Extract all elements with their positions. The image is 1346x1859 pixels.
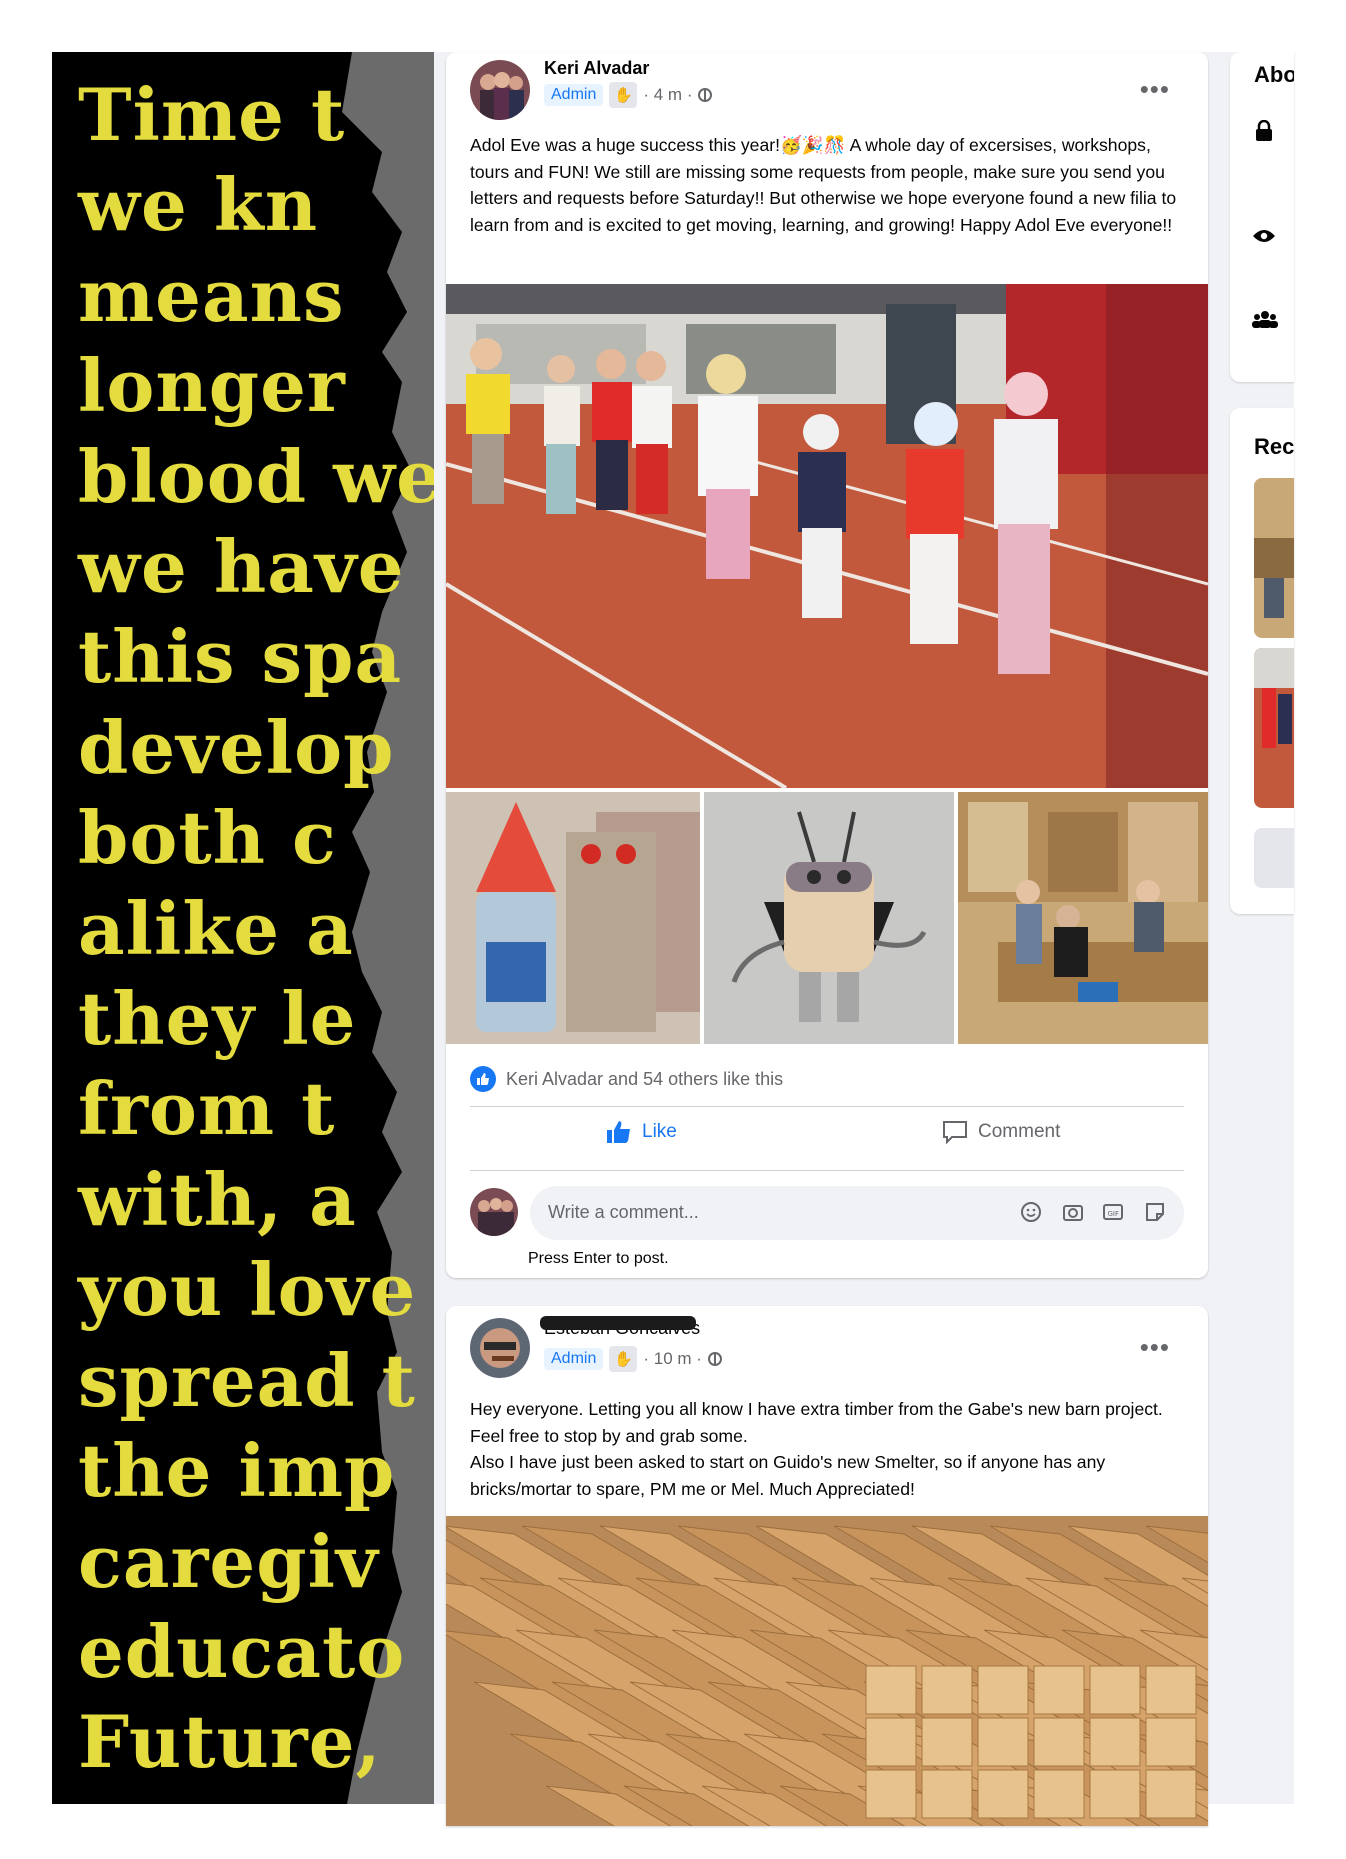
post-meta: Admin ✋ · 4 m · [544, 82, 713, 108]
poster-line: the imp [78, 1428, 396, 1514]
see-all-button[interactable] [1254, 828, 1294, 888]
about-card: Abo [1230, 52, 1294, 382]
post-time[interactable]: · 10 m · [643, 1349, 702, 1369]
like-icon [607, 1121, 630, 1143]
gif-icon[interactable]: GIF [1102, 1201, 1124, 1223]
lock-icon [1256, 120, 1272, 141]
post-author[interactable]: Keri Alvadar [544, 58, 649, 79]
post-photo-workshop[interactable] [958, 792, 1208, 1044]
poster-text: Time t we kn means longer blood we we have thi… [78, 70, 434, 1788]
group-icon: ✋ [609, 82, 638, 108]
post-author[interactable]: Esteban Goncalves [540, 1316, 700, 1339]
poster-line: with, a [78, 1156, 357, 1242]
post-meta: Admin ✋ · 10 m · [544, 1346, 722, 1372]
poster-line: they le [78, 976, 357, 1062]
poster-line: both c [78, 795, 337, 881]
poster-line: blood we [78, 433, 434, 519]
post-card: Esteban Goncalves Admin ✋ · 10 m · ••• H… [446, 1306, 1208, 1826]
like-button[interactable]: Like [606, 1120, 677, 1144]
globe-icon [707, 1352, 722, 1366]
post-photo-robot[interactable] [704, 792, 954, 1044]
redaction-mark [540, 1316, 696, 1330]
poster-line: caregiv [78, 1518, 379, 1604]
poster-panel: Time t we kn means longer blood we we have thi… [52, 52, 434, 1804]
press-enter-hint: Press Enter to post. [528, 1250, 669, 1267]
post-photo-kids[interactable] [446, 284, 1208, 788]
poster-line: this spa [78, 614, 403, 700]
divider [470, 1170, 1184, 1171]
comment-icon [943, 1121, 967, 1144]
poster-line: from t [78, 1066, 336, 1152]
poster-line: you love [78, 1247, 417, 1333]
poster-line: educato [78, 1608, 406, 1694]
recent-thumb-workshop[interactable] [1254, 478, 1294, 638]
poster-line: alike a [78, 885, 354, 971]
post-photo-timber[interactable] [446, 1516, 1208, 1826]
poster-line: means [78, 252, 345, 338]
avatar[interactable] [470, 60, 530, 120]
poster-line: we kn [78, 162, 319, 248]
comment-placeholder: Write a comment... [548, 1202, 699, 1222]
poster-line: develop [78, 704, 395, 790]
right-sidebar: Abo Rec [1230, 52, 1294, 1804]
more-icon[interactable]: ••• [1140, 74, 1170, 105]
avatar[interactable] [470, 1318, 530, 1378]
globe-icon [698, 88, 713, 102]
admin-badge: Admin [544, 1348, 604, 1370]
post-text: Adol Eve was a huge success this year!🥳🎉… [470, 135, 1177, 235]
admin-badge: Admin [544, 84, 604, 106]
post-time-value: 10 m [653, 1349, 692, 1368]
people-icon [1252, 311, 1278, 328]
post-photo-robots[interactable] [446, 792, 700, 1044]
post-time-value: 4 m [653, 85, 683, 104]
group-icon: ✋ [609, 1346, 638, 1372]
comment-button[interactable]: Comment [942, 1120, 1060, 1144]
post-text: Hey everyone. Letting you all know I hav… [470, 1399, 1163, 1499]
likes-text: Keri Alvadar and 54 others like this [506, 1068, 784, 1089]
recent-media-card: Rec [1230, 408, 1294, 914]
poster-line: we have [78, 524, 405, 610]
poster-line: longer [78, 343, 346, 429]
about-heading: Abo [1254, 62, 1294, 87]
svg-text:GIF: GIF [1108, 1210, 1120, 1218]
divider [470, 1106, 1184, 1107]
comment-input[interactable]: Write a comment... GIF [530, 1186, 1184, 1240]
avatar [470, 1188, 518, 1236]
poster-line: Time t [78, 72, 346, 157]
emoji-icon[interactable] [1020, 1201, 1042, 1223]
poster-line: Future, [78, 1699, 382, 1785]
recent-thumb-kids[interactable] [1254, 648, 1294, 808]
eye-icon [1253, 230, 1275, 242]
comment-label: Comment [978, 1121, 1061, 1142]
recent-heading: Rec [1254, 434, 1294, 459]
poster-line: spread t [78, 1337, 416, 1423]
sticker-icon[interactable] [1144, 1201, 1166, 1223]
post-card: Keri Alvadar Admin ✋ · 4 m · ••• Adol Ev… [446, 52, 1208, 1278]
like-label: Like [642, 1121, 677, 1142]
post-time[interactable]: · 4 m · [643, 85, 692, 105]
more-icon[interactable]: ••• [1140, 1332, 1170, 1363]
camera-icon[interactable] [1062, 1201, 1084, 1223]
likes-summary[interactable]: Keri Alvadar and 54 others like this [470, 1066, 783, 1092]
like-icon [470, 1066, 496, 1092]
